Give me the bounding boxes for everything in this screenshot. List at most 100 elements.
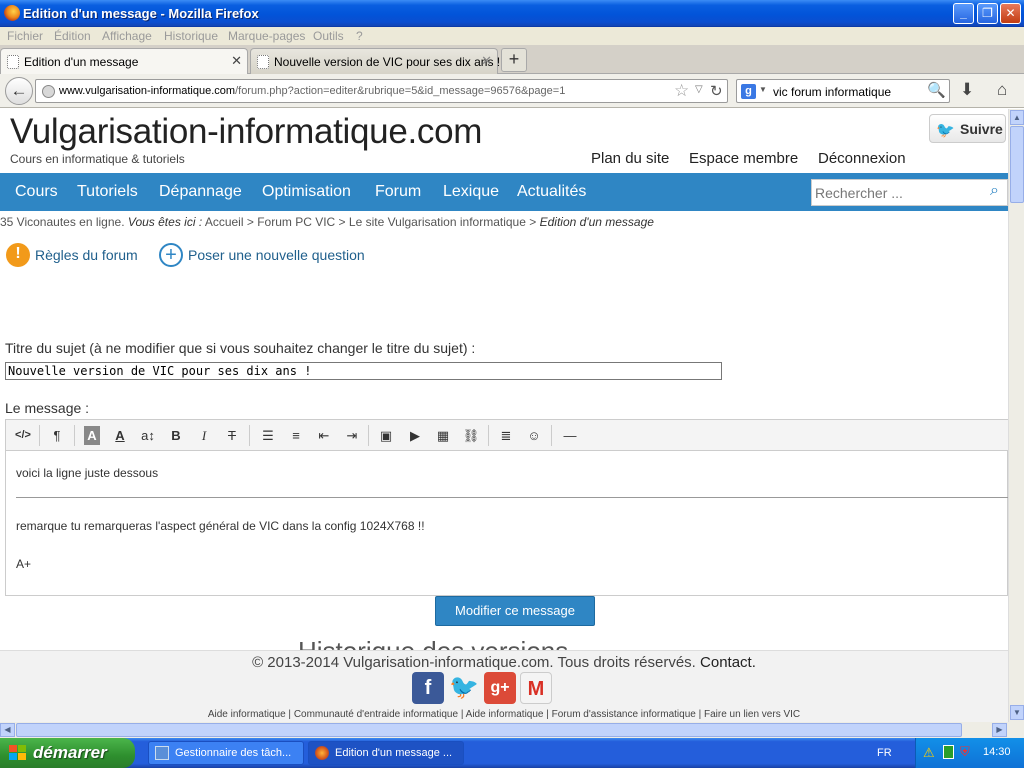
footer-link[interactable]: Aide informatique	[208, 709, 286, 720]
close-tab-icon[interactable]: ✕	[481, 53, 492, 69]
font-size-icon[interactable]: a↕	[137, 426, 159, 445]
menu-historique[interactable]: Historique	[164, 29, 218, 43]
video-icon[interactable]: ▶	[404, 426, 426, 445]
url-bar[interactable]: www.vulgarisation-informatique.com/forum…	[35, 79, 728, 103]
nav-depannage[interactable]: Dépannage	[159, 183, 242, 201]
breadcrumb-item[interactable]: Forum PC VIC	[257, 215, 335, 229]
start-button[interactable]: démarrer	[0, 738, 135, 768]
google-plus-icon[interactable]: g+	[484, 672, 516, 704]
edit-message-button[interactable]: Modifier ce message	[435, 596, 595, 626]
breadcrumb-item[interactable]: Accueil	[205, 215, 244, 229]
back-button[interactable]: ←	[5, 77, 33, 105]
table-icon[interactable]: ▦	[432, 426, 454, 445]
close-window-button[interactable]: ✕	[1000, 3, 1021, 24]
forum-rules-link[interactable]: Règles du forum	[35, 247, 138, 263]
source-code-icon[interactable]: </>	[12, 426, 34, 445]
menu-fichier[interactable]: Fichier	[7, 29, 43, 43]
scroll-down-icon[interactable]: ▼	[1010, 705, 1024, 720]
link-plan-du-site[interactable]: Plan du site	[591, 150, 669, 167]
footer-link[interactable]: Faire un lien vers VIC	[704, 709, 800, 720]
engine-dropdown-icon[interactable]: ▼	[759, 85, 767, 94]
close-tab-icon[interactable]: ✕	[231, 53, 242, 69]
text-color-icon[interactable]: A	[109, 426, 131, 445]
bookmark-star-icon[interactable]: ☆	[674, 81, 689, 101]
bold-icon[interactable]: B	[165, 426, 187, 445]
new-tab-button[interactable]: +	[501, 48, 527, 72]
nav-lexique[interactable]: Lexique	[443, 183, 499, 201]
tab-nouvelle-version[interactable]: Nouvelle version de VIC pour ses dix ans…	[250, 48, 500, 74]
home-icon[interactable]: ⌂	[997, 80, 1007, 100]
site-title[interactable]: Vulgarisation-informatique.com	[10, 112, 482, 152]
search-engine-box[interactable]: g ▼ vic forum informatique 🔍	[736, 79, 950, 103]
link-icon[interactable]: ⛓	[460, 426, 482, 445]
italic-icon[interactable]: I	[193, 426, 215, 445]
menu-marque-pages[interactable]: Marque-pages	[228, 29, 305, 43]
numbered-list-icon[interactable]: ≡	[285, 426, 307, 445]
indent-icon[interactable]: ⇥	[341, 426, 363, 445]
link-deconnexion[interactable]: Déconnexion	[818, 150, 906, 167]
google-icon[interactable]: g	[741, 84, 756, 99]
paragraph-icon[interactable]: ¶	[46, 426, 68, 445]
breadcrumb-item[interactable]: Le site Vulgarisation informatique	[349, 215, 526, 229]
reload-icon[interactable]: ↻	[710, 82, 723, 100]
nav-forum[interactable]: Forum	[375, 183, 421, 201]
search-icon[interactable]: ⌕	[990, 182, 999, 200]
nav-actualites[interactable]: Actualités	[517, 183, 586, 201]
toolbar-separator	[74, 425, 75, 446]
background-color-icon[interactable]: A	[84, 426, 100, 445]
site-search-input[interactable]: Rechercher ... ⌕	[811, 179, 1008, 206]
horizontal-scrollbar[interactable]: ◀ ▶	[0, 722, 1008, 738]
strikethrough-icon[interactable]: T	[221, 426, 243, 445]
history-dropdown-icon[interactable]: ▽	[695, 84, 703, 95]
taskbar-task-manager[interactable]: Gestionnaire des tâch...	[148, 741, 304, 765]
facebook-icon[interactable]: f	[412, 672, 444, 704]
twitter-follow-button[interactable]: 🐦 Suivre	[929, 114, 1006, 143]
scroll-thumb[interactable]	[1010, 126, 1024, 203]
twitter-icon[interactable]: 🐦	[448, 672, 480, 704]
nav-optimisation[interactable]: Optimisation	[262, 183, 351, 201]
gmail-icon[interactable]: M	[520, 672, 552, 704]
warning-tray-icon[interactable]: ⚠	[923, 745, 935, 761]
horizontal-rule-icon[interactable]: —	[559, 426, 581, 445]
taskbar-firefox[interactable]: Edition d'un message ...	[308, 741, 464, 765]
system-tray: ⚠ ⛨ 14:30	[915, 738, 1024, 768]
windows-taskbar: démarrer Gestionnaire des tâch... Editio…	[0, 738, 1024, 768]
menu-help[interactable]: ?	[356, 29, 363, 43]
menu-affichage[interactable]: Affichage	[102, 29, 152, 43]
scroll-right-icon[interactable]: ▶	[992, 723, 1007, 737]
footer-link[interactable]: Aide informatique	[466, 709, 544, 720]
window-title-bar[interactable]: Edition d'un message - Mozilla Firefox _…	[0, 0, 1024, 27]
shield-icon[interactable]: ⛨	[960, 744, 970, 760]
smiley-icon[interactable]: ☺	[523, 426, 545, 445]
app-tray-icon[interactable]	[943, 745, 954, 759]
image-icon[interactable]: ▣	[375, 426, 397, 445]
scroll-thumb[interactable]	[16, 723, 962, 737]
menu-edition[interactable]: Édition	[54, 29, 91, 43]
footer-link[interactable]: Forum d'assistance informatique	[552, 709, 696, 720]
footer-link[interactable]: Communauté d'entraide informatique	[294, 709, 458, 720]
message-editor[interactable]: </> ¶ A A a↕ B I T ☰ ≡ ⇤ ⇥ ▣ ▶ ▦ ⛓ ≣ ☺ —	[5, 419, 1008, 596]
link-espace-membre[interactable]: Espace membre	[689, 150, 798, 167]
restore-button[interactable]: ❐	[977, 3, 998, 24]
download-icon[interactable]: ⬇	[960, 80, 974, 100]
message-line: remarque tu remarqueras l'aspect général…	[16, 519, 425, 533]
scroll-left-icon[interactable]: ◀	[0, 723, 15, 737]
vertical-scrollbar[interactable]: ▲ ▼	[1008, 109, 1024, 722]
contact-link[interactable]: Contact.	[700, 654, 756, 671]
search-icon[interactable]: 🔍	[927, 81, 946, 99]
editor-toolbar: </> ¶ A A a↕ B I T ☰ ≡ ⇤ ⇥ ▣ ▶ ▦ ⛓ ≣ ☺ —	[6, 420, 1008, 451]
clock: 14:30	[983, 746, 1011, 758]
nav-cours[interactable]: Cours	[15, 183, 58, 201]
tab-edition-message[interactable]: Edition d'un message ✕	[0, 48, 248, 75]
subject-title-input[interactable]: Nouvelle version de VIC pour ses dix ans…	[5, 362, 722, 380]
scroll-up-icon[interactable]: ▲	[1010, 110, 1024, 125]
new-question-link[interactable]: Poser une nouvelle question	[188, 247, 365, 263]
nav-tutoriels[interactable]: Tutoriels	[77, 183, 138, 201]
align-icon[interactable]: ≣	[495, 426, 517, 445]
bullet-list-icon[interactable]: ☰	[257, 426, 279, 445]
language-indicator[interactable]: FR	[877, 747, 892, 759]
menu-outils[interactable]: Outils	[313, 29, 344, 43]
outdent-icon[interactable]: ⇤	[313, 426, 335, 445]
navigation-bar: ← www.vulgarisation-informatique.com/for…	[0, 74, 1024, 108]
minimize-button[interactable]: _	[953, 3, 974, 24]
